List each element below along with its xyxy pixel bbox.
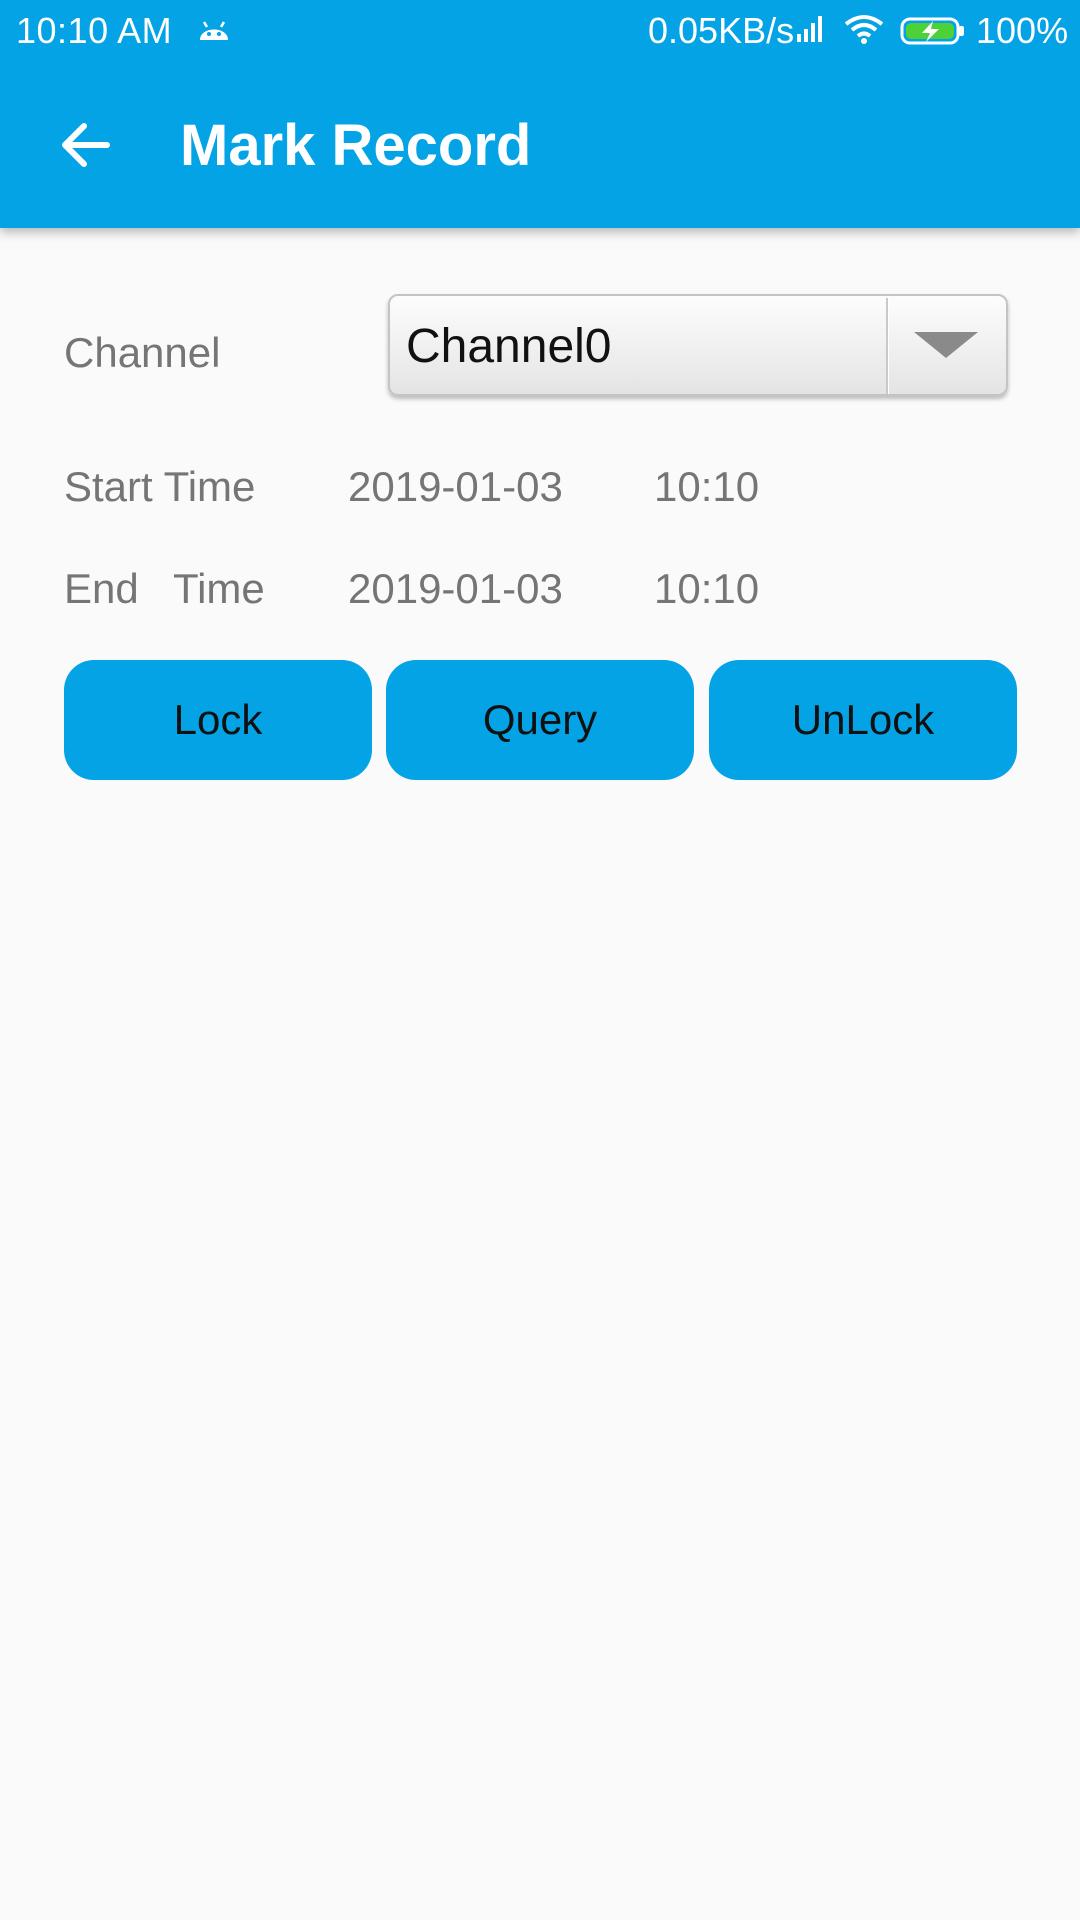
status-time: 10:10 AM (16, 10, 173, 51)
start-time-picker[interactable]: 10:10 (654, 462, 759, 512)
page-title: Mark Record (180, 113, 532, 178)
arrow-left-icon (62, 123, 110, 167)
end-date-picker[interactable]: 2019-01-03 (348, 564, 563, 614)
end-time-label: End Time (64, 565, 265, 612)
end-time-picker[interactable]: 10:10 (654, 564, 759, 614)
back-button[interactable] (40, 100, 130, 190)
lock-button[interactable]: Lock (64, 660, 372, 780)
status-bar: 10:10 AM 0.05KB/s 100% (0, 0, 1080, 62)
dropdown-arrow-icon (914, 332, 978, 358)
signal-icon (797, 16, 822, 42)
app-bar: 10:10 AM 0.05KB/s 100% Mark Record (0, 0, 1080, 228)
channel-selected-value: Channel0 (406, 320, 612, 373)
wifi-icon (844, 15, 884, 44)
network-speed: 0.05KB/s (648, 10, 795, 51)
android-notification-icon (200, 21, 228, 40)
battery-charging-icon (900, 17, 964, 45)
channel-spinner[interactable]: Channel0 (388, 294, 1008, 396)
start-time-label: Start Time (64, 463, 256, 510)
start-date-picker[interactable]: 2019-01-03 (348, 462, 563, 512)
battery-percent: 100% (976, 10, 1069, 51)
unlock-button[interactable]: UnLock (709, 660, 1017, 780)
channel-label: Channel (64, 329, 221, 376)
spinner-divider (886, 298, 888, 394)
query-button[interactable]: Query (386, 660, 694, 780)
